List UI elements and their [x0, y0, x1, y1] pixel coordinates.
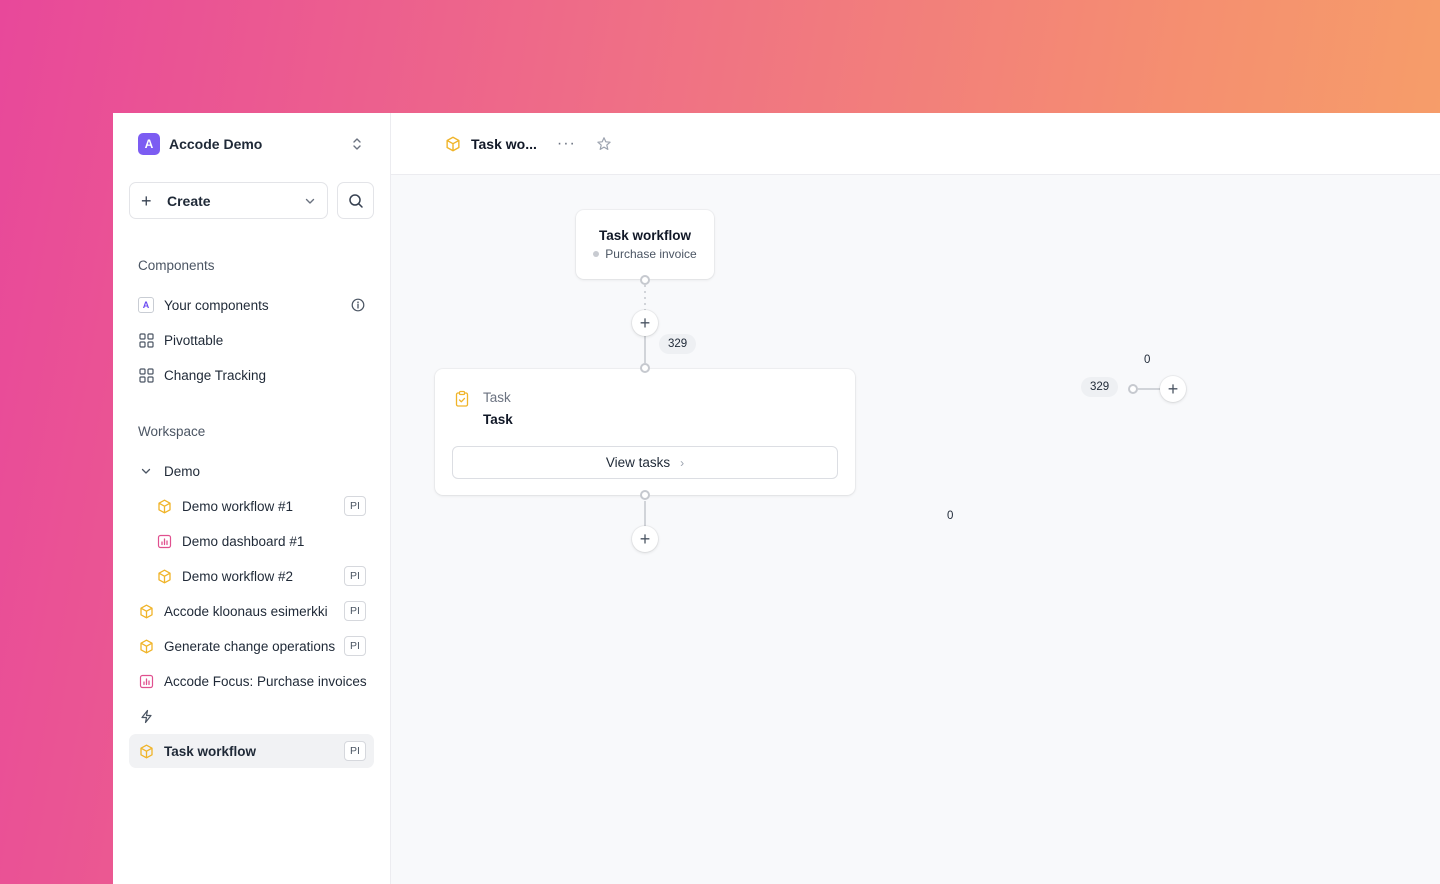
- view-tasks-button[interactable]: View tasks ›: [452, 446, 838, 479]
- view-tasks-label: View tasks: [605, 455, 671, 470]
- sidebar-item-generate-change-operations[interactable]: Generate change operations PI: [129, 629, 374, 663]
- sidebar-folder-demo[interactable]: Demo: [129, 454, 374, 488]
- sidebar-item-demo-workflow-1[interactable]: Demo workflow #1 PI: [129, 489, 374, 523]
- start-node-subtitle: Purchase invoice: [605, 247, 697, 261]
- status-dot: [593, 251, 600, 257]
- cube-icon: [138, 638, 154, 654]
- start-node[interactable]: Task workflow Purchase invoice: [576, 210, 714, 279]
- sidebar-item-task-workflow[interactable]: Task workflow PI: [129, 734, 374, 768]
- sidebar-item-label: Your components: [164, 297, 269, 313]
- add-step-button[interactable]: +: [632, 310, 658, 336]
- sidebar-item-label: Pivottable: [164, 332, 224, 348]
- sidebar-item-label: Accode kloonaus esimerkki: [164, 603, 328, 619]
- pi-badge: PI: [344, 566, 366, 586]
- sidebar-item-your-components[interactable]: A Your components: [129, 288, 374, 322]
- create-button-label: Create: [167, 192, 211, 209]
- sidebar-item-automation[interactable]: [129, 699, 374, 733]
- sidebar-item-change-tracking[interactable]: Change Tracking: [129, 358, 374, 392]
- add-next-step-button[interactable]: +: [632, 526, 658, 552]
- app-window: A Accode Demo + Create Components A Your…: [113, 113, 1440, 884]
- plus-icon: +: [141, 190, 152, 211]
- grid-icon: [138, 332, 154, 348]
- chevron-right-icon: ›: [680, 455, 685, 470]
- sidebar-item-demo-workflow-2[interactable]: Demo workflow #2 PI: [129, 559, 374, 593]
- task-node-name: Task: [483, 412, 513, 427]
- connection-count: 329: [659, 334, 697, 354]
- sidebar-item-label: Task workflow: [164, 743, 257, 759]
- components-letter-icon: A: [138, 297, 154, 313]
- info-icon[interactable]: [351, 298, 365, 312]
- chevron-down-icon: [138, 463, 154, 479]
- cube-icon: [156, 568, 172, 584]
- cube-icon: [138, 743, 154, 759]
- sidebar-item-accode-focus[interactable]: Accode Focus: Purchase invoices: [129, 664, 374, 698]
- sidebar-item-accode-kloonaus[interactable]: Accode kloonaus esimerkki PI: [129, 594, 374, 628]
- chevron-updown-icon: [353, 138, 361, 150]
- org-name: Accode Demo: [169, 136, 263, 152]
- create-button[interactable]: + Create: [129, 182, 328, 219]
- sidebar-item-demo-dashboard-1[interactable]: Demo dashboard #1: [129, 524, 374, 558]
- task-node-input-port[interactable]: [640, 363, 650, 373]
- dashboard-chart-icon: [156, 533, 172, 549]
- chevron-down-icon: [305, 198, 315, 204]
- sidebar: A Accode Demo + Create Components A Your…: [113, 113, 391, 884]
- sidebar-item-label: Demo workflow #2: [182, 568, 294, 584]
- sidebar-item-pivottable[interactable]: Pivottable: [129, 323, 374, 357]
- search-icon: [348, 193, 363, 208]
- lightning-icon: [138, 708, 154, 724]
- components-section-title: Components: [138, 258, 215, 273]
- search-button[interactable]: [337, 182, 374, 219]
- cube-icon: [156, 498, 172, 514]
- bottom-connection-count: 0: [947, 510, 954, 522]
- workflow-canvas-area: Task wo... ··· Task workflow Purchase in…: [391, 113, 1440, 884]
- cube-icon: [138, 603, 154, 619]
- task-node-side-port[interactable]: [1128, 384, 1138, 394]
- org-avatar: A: [138, 133, 160, 155]
- dashboard-chart-icon: [138, 673, 154, 689]
- task-node-output-port[interactable]: [640, 490, 650, 500]
- task-node[interactable]: Task Task View tasks ›: [435, 369, 855, 495]
- grid-icon: [138, 367, 154, 383]
- start-node-title: Task workflow: [598, 228, 692, 243]
- side-connection-count: 329: [1081, 377, 1119, 397]
- org-switcher[interactable]: A Accode Demo: [138, 133, 364, 155]
- workspace-section-title: Workspace: [138, 424, 206, 439]
- workflow-connectors: [644, 285, 1160, 527]
- start-node-output-port[interactable]: [640, 275, 650, 285]
- side-output-count: 0: [1144, 354, 1151, 366]
- pi-badge: PI: [344, 741, 366, 761]
- pi-badge: PI: [344, 601, 366, 621]
- sidebar-item-label: Accode Focus: Purchase invoices: [164, 673, 367, 689]
- task-node-kind: Task: [483, 390, 511, 405]
- clipboard-check-icon: [454, 390, 470, 413]
- sidebar-item-label: Change Tracking: [164, 367, 267, 383]
- add-side-step-button[interactable]: +: [1160, 376, 1186, 402]
- sidebar-item-label: Demo workflow #1: [182, 498, 294, 514]
- pi-badge: PI: [344, 496, 366, 516]
- sidebar-item-label: Demo dashboard #1: [182, 533, 305, 549]
- pi-badge: PI: [344, 636, 366, 656]
- sidebar-item-label: Generate change operations: [164, 638, 336, 654]
- sidebar-folder-label: Demo: [164, 463, 201, 479]
